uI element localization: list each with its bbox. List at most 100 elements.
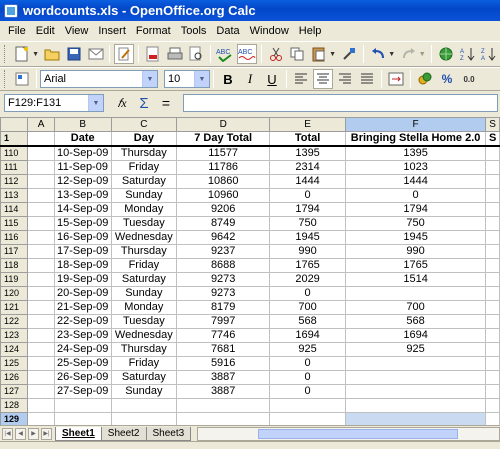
cell[interactable]: 1765	[344, 258, 487, 273]
function-wizard-icon[interactable]: 𝑓x	[112, 93, 132, 113]
new-document-icon[interactable]	[12, 44, 32, 64]
align-right-icon[interactable]	[335, 69, 355, 89]
cell[interactable]: 13-Sep-09	[53, 188, 112, 203]
cell[interactable]: 0	[269, 286, 346, 301]
new-dropdown-icon[interactable]: ▼	[31, 44, 41, 64]
cell[interactable]	[53, 398, 112, 413]
cell[interactable]	[485, 342, 500, 357]
cell[interactable]: 2314	[269, 160, 346, 175]
cell[interactable]: 8749	[176, 216, 271, 231]
cell[interactable]: 0	[269, 356, 346, 371]
cell[interactable]: 9206	[176, 202, 271, 217]
cell[interactable]	[485, 244, 500, 259]
cell[interactable]	[27, 314, 55, 329]
cell[interactable]	[176, 398, 271, 413]
cell[interactable]: 17-Sep-09	[53, 244, 112, 259]
cell[interactable]	[485, 188, 500, 203]
toolbar-grip[interactable]	[4, 45, 7, 63]
cell[interactable]: 925	[344, 342, 487, 357]
currency-format-icon[interactable]	[415, 69, 435, 89]
cell[interactable]	[27, 300, 55, 315]
cell[interactable]: 750	[269, 216, 346, 231]
row-number[interactable]: 129	[0, 412, 29, 425]
cell[interactable]: 700	[269, 300, 346, 315]
cell[interactable]	[485, 145, 500, 161]
menu-file[interactable]: File	[3, 25, 31, 37]
menu-format[interactable]: Format	[131, 25, 176, 37]
cell[interactable]: 1765	[269, 258, 346, 273]
cell[interactable]: Saturday	[110, 174, 178, 189]
paste-dropdown-icon[interactable]: ▼	[328, 44, 338, 64]
cell[interactable]: 1945	[269, 230, 346, 245]
row-number[interactable]: 118	[0, 258, 29, 273]
row-number[interactable]: 117	[0, 244, 29, 259]
cell[interactable]	[344, 286, 487, 301]
cell[interactable]	[485, 370, 500, 385]
cell[interactable]: 19-Sep-09	[53, 272, 112, 287]
cell[interactable]	[176, 412, 271, 425]
cell[interactable]: 10-Sep-09	[53, 145, 112, 161]
cell-header-total[interactable]: Total	[269, 131, 346, 147]
cell[interactable]	[485, 272, 500, 287]
cell[interactable]: 1023	[344, 160, 487, 175]
cell[interactable]	[344, 398, 487, 413]
cell[interactable]: 1395	[344, 145, 487, 161]
cell[interactable]	[485, 258, 500, 273]
cell-header-day[interactable]: Day	[110, 131, 178, 147]
styles-icon[interactable]	[12, 69, 32, 89]
menu-insert[interactable]: Insert	[93, 25, 131, 37]
percent-format-icon[interactable]: %	[437, 69, 457, 89]
align-center-icon[interactable]	[313, 69, 333, 89]
cell[interactable]	[27, 398, 55, 413]
cell[interactable]	[344, 384, 487, 399]
row-number[interactable]: 113	[0, 188, 29, 203]
cell[interactable]: Thursday	[110, 342, 178, 357]
justify-icon[interactable]	[357, 69, 377, 89]
cell[interactable]: 10960	[176, 188, 271, 203]
cell[interactable]	[27, 356, 55, 371]
cell[interactable]	[27, 412, 55, 425]
cell[interactable]	[485, 412, 500, 425]
cell[interactable]	[110, 412, 178, 425]
cell[interactable]	[269, 398, 346, 413]
row-number[interactable]: 112	[0, 174, 29, 189]
cell[interactable]: 1794	[269, 202, 346, 217]
cut-icon[interactable]	[266, 44, 286, 64]
prev-sheet-icon[interactable]: ◀	[15, 427, 26, 440]
column-header-d[interactable]: D	[176, 117, 271, 132]
cell[interactable]: 24-Sep-09	[53, 342, 112, 357]
cell[interactable]: 700	[344, 300, 487, 315]
cell[interactable]: Saturday	[110, 272, 178, 287]
decimal-format-icon[interactable]: 0.0	[459, 69, 479, 89]
cell[interactable]	[485, 398, 500, 413]
cell[interactable]	[53, 412, 112, 425]
cell[interactable]: 8179	[176, 300, 271, 315]
cell[interactable]: 3887	[176, 370, 271, 385]
cell[interactable]: 14-Sep-09	[53, 202, 112, 217]
sort-icon[interactable]: AZ	[458, 44, 478, 64]
menu-data[interactable]: Data	[211, 25, 244, 37]
cell[interactable]: 9237	[176, 244, 271, 259]
cell[interactable]: 7997	[176, 314, 271, 329]
cell[interactable]: 18-Sep-09	[53, 258, 112, 273]
cell[interactable]: 7681	[176, 342, 271, 357]
cell[interactable]	[485, 174, 500, 189]
cell[interactable]: 1694	[344, 328, 487, 343]
autospellcheck-icon[interactable]: ABC	[236, 44, 257, 64]
column-header-a[interactable]: A	[27, 117, 55, 132]
cell[interactable]	[485, 202, 500, 217]
print-icon[interactable]	[165, 44, 185, 64]
cell[interactable]	[27, 244, 55, 259]
cell[interactable]	[485, 314, 500, 329]
first-sheet-icon[interactable]: |◀	[2, 427, 13, 440]
row-number[interactable]: 126	[0, 370, 29, 385]
cell[interactable]	[27, 342, 55, 357]
align-left-icon[interactable]	[291, 69, 311, 89]
row-number[interactable]: 128	[0, 398, 29, 413]
cell[interactable]	[485, 230, 500, 245]
cell[interactable]: 750	[344, 216, 487, 231]
bold-icon[interactable]: B	[218, 69, 238, 89]
cell[interactable]	[485, 328, 500, 343]
cell[interactable]	[27, 328, 55, 343]
cell[interactable]: Sunday	[110, 384, 178, 399]
